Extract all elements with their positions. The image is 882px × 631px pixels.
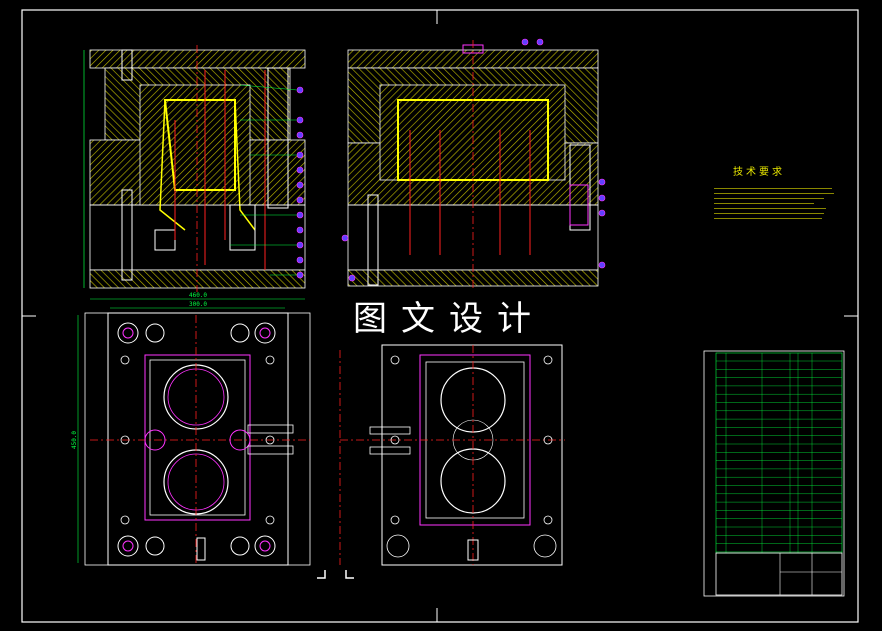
note-line (714, 198, 824, 199)
watermark-text: 图文设计 (345, 296, 551, 342)
note-line (714, 208, 826, 209)
front-section-view (83, 45, 306, 292)
moving-half-plan-view (77, 298, 311, 566)
note-line (714, 203, 814, 204)
dimension-width-top: 460.0 (189, 292, 207, 299)
side-section-view (341, 38, 606, 290)
dimension-width-inner: 300.0 (189, 301, 207, 308)
note-line (714, 218, 822, 219)
note-line (714, 193, 834, 194)
view-marks (317, 570, 354, 579)
dimension-height-left: 450.0 (71, 431, 78, 449)
note-line (714, 188, 832, 189)
note-line (714, 213, 824, 214)
fixed-half-plan-view (339, 344, 565, 566)
parts-list-table (715, 352, 843, 596)
technical-requirements-notes (714, 188, 864, 223)
technical-requirements-title: 技术要求 (733, 167, 785, 178)
